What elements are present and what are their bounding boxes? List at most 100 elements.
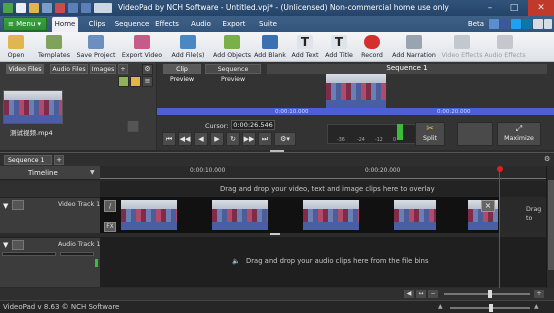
tab-audio[interactable]: Audio bbox=[187, 17, 215, 32]
video-clip-1[interactable] bbox=[121, 200, 177, 230]
overlay-drop-zone[interactable]: Drag and drop your video, text and image… bbox=[100, 181, 546, 197]
audio-pan-slider[interactable] bbox=[60, 252, 94, 256]
video-clip-3[interactable] bbox=[303, 200, 359, 230]
add-title-label: Add Title bbox=[325, 52, 353, 59]
status-zoom-thumb[interactable] bbox=[489, 304, 493, 312]
zoom-slider[interactable] bbox=[444, 293, 530, 295]
tab-sequence[interactable]: Sequence bbox=[114, 17, 150, 32]
open-folder-icon[interactable] bbox=[29, 3, 39, 13]
transition-icon[interactable]: ⨯ bbox=[481, 200, 495, 212]
export-video-button[interactable]: Export Video bbox=[120, 32, 164, 62]
maximize-window-button[interactable]: □ bbox=[502, 0, 526, 16]
tab-audio-files[interactable]: Audio Files bbox=[50, 64, 88, 74]
track-resize-handle[interactable] bbox=[270, 233, 280, 235]
step-back-icon[interactable]: ◀◀ bbox=[178, 132, 192, 146]
add-text-button[interactable]: T Add Text bbox=[289, 32, 321, 62]
undo-icon[interactable] bbox=[68, 3, 78, 13]
fx-button[interactable]: FX bbox=[104, 222, 116, 232]
templates-button[interactable]: Templates bbox=[34, 32, 74, 62]
close-button[interactable]: ✕ bbox=[528, 0, 554, 16]
video-track-visibility-icon[interactable] bbox=[12, 200, 24, 210]
record-button[interactable]: Record bbox=[357, 32, 387, 62]
audio-effects-button[interactable]: Audio Effects bbox=[484, 32, 526, 62]
add-blank-button[interactable]: Add Blank bbox=[253, 32, 287, 62]
help-icon[interactable] bbox=[533, 19, 543, 29]
video-track-collapse-icon[interactable]: ▼ bbox=[3, 202, 8, 210]
preview-extra-button[interactable] bbox=[457, 122, 493, 146]
add-sequence-button[interactable]: + bbox=[54, 155, 64, 165]
tab-suite[interactable]: Suite bbox=[256, 17, 280, 32]
audio-track-collapse-icon[interactable]: ▼ bbox=[3, 241, 8, 249]
preview-scrub-bar[interactable] bbox=[157, 108, 554, 115]
timeline-vertical-scrollbar[interactable] bbox=[546, 166, 554, 288]
bin-options-icon[interactable]: ⚙ bbox=[142, 64, 153, 75]
vertical-scroll-thumb[interactable] bbox=[548, 180, 554, 270]
tab-clips[interactable]: Clips bbox=[84, 17, 110, 32]
go-start-icon[interactable]: ⏮ bbox=[162, 132, 176, 146]
tab-clip-preview[interactable]: Clip Preview bbox=[163, 64, 201, 83]
quick-access-dropdown-icon[interactable] bbox=[94, 3, 112, 13]
tab-effects[interactable]: Effects bbox=[154, 17, 180, 32]
save-icon[interactable] bbox=[42, 3, 52, 13]
zoom-in-icon[interactable]: + bbox=[534, 290, 544, 298]
timeline-ruler[interactable]: 0:00:10.000 0:00:20.000 bbox=[100, 166, 546, 180]
scroll-left-icon[interactable]: ◀ bbox=[404, 290, 414, 298]
timeline-dropdown-icon[interactable]: ▼ bbox=[90, 169, 95, 176]
add-narration-button[interactable]: Add Narration bbox=[390, 32, 438, 62]
playhead-line[interactable] bbox=[499, 170, 500, 288]
bin-folder-icon[interactable] bbox=[130, 76, 141, 87]
tab-sequence-preview[interactable]: Sequence Preview bbox=[205, 64, 261, 83]
video-file-thumbnail[interactable] bbox=[3, 90, 63, 124]
add-files-button[interactable]: Add File(s) bbox=[168, 32, 208, 62]
sequence-options-icon[interactable]: ⚙ bbox=[544, 155, 553, 165]
playback-speed-icon[interactable]: ⚙▾ bbox=[274, 132, 296, 146]
export-icon[interactable] bbox=[55, 3, 65, 13]
add-objects-button[interactable]: Add Objects bbox=[210, 32, 254, 62]
minimize-button[interactable]: – bbox=[478, 0, 502, 16]
cursor-time-field[interactable]: 0:00:26.546 bbox=[231, 120, 275, 130]
audio-track-mute-icon[interactable] bbox=[12, 240, 24, 250]
tab-home[interactable]: Home bbox=[52, 17, 78, 32]
fit-timeline-icon[interactable]: ↔ bbox=[416, 290, 426, 298]
add-title-button[interactable]: T Add Title bbox=[323, 32, 355, 62]
status-zoom-out-icon[interactable]: ▲ bbox=[438, 303, 443, 310]
go-end-icon[interactable]: ⏭ bbox=[258, 132, 272, 146]
video-clip-2[interactable] bbox=[212, 200, 268, 230]
playhead-handle[interactable] bbox=[497, 166, 503, 172]
new-file-icon[interactable] bbox=[16, 3, 26, 13]
thumbs-up-icon[interactable] bbox=[489, 19, 499, 29]
ribbon-options-icon[interactable] bbox=[544, 19, 552, 29]
tab-export[interactable]: Export bbox=[220, 17, 248, 32]
bin-list-view-icon[interactable]: ≡ bbox=[142, 76, 153, 87]
video-clip-4[interactable] bbox=[394, 200, 436, 230]
export-video-icon bbox=[134, 35, 150, 49]
facebook-icon[interactable] bbox=[500, 19, 510, 29]
add-text-label: Add Text bbox=[291, 52, 319, 59]
bin-import-icon[interactable] bbox=[118, 76, 129, 87]
audio-track-lane[interactable]: 🔈 Drag and drop your audio clips here fr… bbox=[100, 237, 546, 287]
audio-volume-slider[interactable] bbox=[2, 252, 56, 256]
split-button[interactable]: ✂ Split bbox=[415, 122, 445, 146]
loop-icon[interactable]: ↻ bbox=[226, 132, 240, 146]
prev-frame-icon[interactable]: ◀ bbox=[194, 132, 208, 146]
twitter-icon[interactable] bbox=[511, 19, 521, 29]
maximize-preview-button[interactable]: ⤢ Maximize bbox=[497, 122, 541, 146]
zoom-out-icon[interactable]: − bbox=[428, 290, 438, 298]
timeline-header[interactable]: Timeline ▼ bbox=[0, 166, 100, 180]
play-icon[interactable]: ▶ bbox=[210, 132, 224, 146]
crop-tool-icon[interactable]: / bbox=[104, 200, 116, 212]
video-effects-button[interactable]: Video Effects bbox=[441, 32, 483, 62]
tab-images[interactable]: Images bbox=[90, 64, 116, 74]
add-bin-button[interactable]: + bbox=[118, 64, 128, 74]
tab-video-files[interactable]: Video Files bbox=[6, 64, 44, 74]
status-zoom-in-icon[interactable]: ▲ bbox=[534, 303, 539, 310]
save-project-button[interactable]: Save Project bbox=[76, 32, 116, 62]
main-menu-button[interactable]: ≡ Menu ▾ bbox=[3, 17, 47, 31]
redo-icon[interactable] bbox=[81, 3, 91, 13]
zoom-slider-thumb[interactable] bbox=[488, 290, 492, 298]
linkedin-icon[interactable] bbox=[522, 19, 532, 29]
tab-sequence-1[interactable]: Sequence 1 ✕ bbox=[4, 155, 52, 173]
step-forward-icon[interactable]: ▶▶ bbox=[242, 132, 256, 146]
video-track-end-zone[interactable]: Drag to bbox=[500, 197, 546, 233]
open-button[interactable]: Open bbox=[0, 32, 32, 62]
